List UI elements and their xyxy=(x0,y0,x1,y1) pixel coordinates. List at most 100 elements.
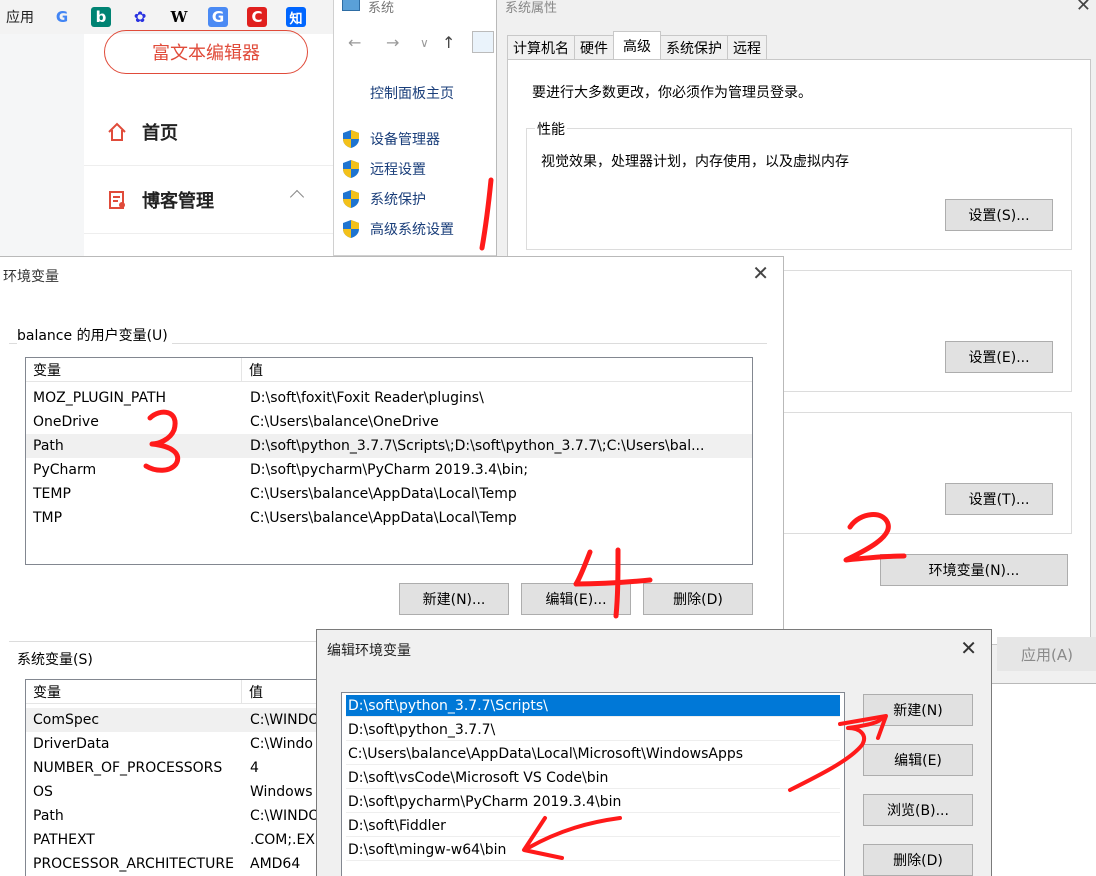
user-vars-list[interactable]: 变量 值 MOZ_PLUGIN_PATH D:\soft\foxit\Foxit… xyxy=(25,357,753,565)
var-value: .COM;.EX xyxy=(250,832,315,848)
column-header-variable[interactable]: 变量 xyxy=(26,358,242,382)
dialog-title: 环境变量 xyxy=(3,269,59,285)
system-vars-list[interactable]: 变量 值 ComSpec C:\WINDO DriverData C:\Wind… xyxy=(25,679,325,876)
back-arrow-icon[interactable]: ← xyxy=(348,33,361,52)
computer-icon xyxy=(472,31,494,53)
forward-arrow-icon[interactable]: → xyxy=(386,33,399,52)
performance-group: 性能 视觉效果，处理器计划，内存使用，以及虚拟内存 设置(S)... xyxy=(526,119,1072,250)
table-row[interactable]: MOZ_PLUGIN_PATH D:\soft\foxit\Foxit Read… xyxy=(26,386,752,410)
column-header-value[interactable]: 值 xyxy=(242,680,263,704)
var-value: C:\Users\balance\AppData\Local\Temp xyxy=(250,486,517,502)
table-row[interactable]: DriverData C:\Windo xyxy=(26,732,324,756)
table-row[interactable]: TEMP C:\Users\balance\AppData\Local\Temp xyxy=(26,482,752,506)
table-row[interactable]: PROCESSOR_ARCHITECTURE AMD64 xyxy=(26,852,324,876)
list-item[interactable]: D:\soft\vsCode\Microsoft VS Code\bin xyxy=(346,767,840,789)
wikipedia-icon[interactable]: W xyxy=(169,7,189,27)
shield-icon xyxy=(343,190,359,208)
user-edit-button[interactable]: 编辑(E)... xyxy=(521,583,631,615)
list-header: 变量 值 xyxy=(26,358,752,382)
var-value: C:\WINDO xyxy=(250,712,320,728)
baidu-icon[interactable]: ✿ xyxy=(130,7,150,27)
var-name: NUMBER_OF_PROCESSORS xyxy=(33,760,223,776)
list-item[interactable]: C:\Users\balance\AppData\Local\Microsoft… xyxy=(346,743,840,765)
column-header-value[interactable]: 值 xyxy=(242,358,263,382)
apps-label[interactable]: 应用 xyxy=(6,7,34,27)
remote-settings-link[interactable]: 远程设置 xyxy=(342,157,426,181)
edit-entry-button[interactable]: 编辑(E) xyxy=(863,744,973,776)
csdn-icon[interactable]: C xyxy=(247,7,267,27)
var-name: TEMP xyxy=(33,486,71,502)
tab-system-protection[interactable]: 系统保护 xyxy=(660,35,728,59)
list-item[interactable]: D:\soft\python_3.7.7\Scripts\ xyxy=(346,695,840,717)
google-icon[interactable]: G xyxy=(52,7,72,27)
tab-remote[interactable]: 远程 xyxy=(727,35,767,59)
system-window-icon xyxy=(342,0,360,11)
profile-settings-button[interactable]: 设置(E)... xyxy=(945,341,1053,373)
zhihu-icon[interactable]: 知 xyxy=(286,7,306,27)
control-panel-home-link[interactable]: 控制面板主页 xyxy=(370,83,454,103)
table-row[interactable]: Path D:\soft\python_3.7.7\Scripts\;D:\so… xyxy=(26,434,752,458)
var-value: C:\Users\balance\AppData\Local\Temp xyxy=(250,510,517,526)
startup-settings-button[interactable]: 设置(T)... xyxy=(945,483,1053,515)
tab-computer-name[interactable]: 计算机名 xyxy=(507,35,575,59)
admin-note: 要进行大多数更改，你必须作为管理员登录。 xyxy=(532,85,812,101)
user-delete-button[interactable]: 删除(D) xyxy=(643,583,753,615)
delete-entry-button[interactable]: 删除(D) xyxy=(863,844,973,876)
var-value: C:\Windo xyxy=(250,736,313,752)
rich-text-editor-button[interactable]: 富文本编辑器 xyxy=(104,30,308,74)
blog-left-strip xyxy=(0,34,84,274)
bookmarks-bar: 应用 G b ✿ W G C 知 xyxy=(0,0,340,34)
var-name: DriverData xyxy=(33,736,110,752)
column-header-variable[interactable]: 变量 xyxy=(26,680,242,704)
list-item[interactable]: D:\soft\Fiddler xyxy=(346,815,840,837)
home-icon xyxy=(106,121,128,143)
table-row[interactable]: NUMBER_OF_PROCESSORS 4 xyxy=(26,756,324,780)
var-value: D:\soft\python_3.7.7\Scripts\;D:\soft\py… xyxy=(250,438,705,454)
var-value: 4 xyxy=(250,760,259,776)
list-item[interactable]: D:\soft\python_3.7.7\ xyxy=(346,719,840,741)
chevron-up-icon[interactable] xyxy=(289,189,305,205)
table-row[interactable]: PyCharm D:\soft\pycharm\PyCharm 2019.3.4… xyxy=(26,458,752,482)
advanced-system-settings-link[interactable]: 高级系统设置 xyxy=(342,217,454,241)
tab-advanced[interactable]: 高级 xyxy=(613,31,661,59)
performance-settings-button[interactable]: 设置(S)... xyxy=(945,199,1053,231)
device-manager-link[interactable]: 设备管理器 xyxy=(342,127,440,151)
bing-icon[interactable]: b xyxy=(91,7,111,27)
translate-icon[interactable]: G xyxy=(208,7,228,27)
table-row[interactable]: OS Windows xyxy=(26,780,324,804)
var-name: ComSpec xyxy=(33,712,100,728)
table-row[interactable]: Path C:\WINDO xyxy=(26,804,324,828)
window-title: 系统 xyxy=(368,1,395,16)
var-name: PyCharm xyxy=(33,462,97,478)
close-icon[interactable]: ✕ xyxy=(960,636,977,660)
path-entries-list[interactable]: D:\soft\python_3.7.7\Scripts\ D:\soft\py… xyxy=(341,692,845,876)
var-name: MOZ_PLUGIN_PATH xyxy=(33,390,167,406)
edit-environment-variable-dialog: 编辑环境变量 ✕ D:\soft\python_3.7.7\Scripts\ D… xyxy=(316,629,992,876)
link-label: 远程设置 xyxy=(370,162,426,178)
browse-button[interactable]: 浏览(B)... xyxy=(863,794,973,826)
list-item[interactable]: D:\soft\mingw-w64\bin xyxy=(346,839,840,861)
system-protection-link[interactable]: 系统保护 xyxy=(342,187,426,211)
nav-item-home[interactable]: 首页 xyxy=(84,98,340,166)
var-value: D:\soft\pycharm\PyCharm 2019.3.4\bin; xyxy=(250,462,529,478)
table-row[interactable]: TMP C:\Users\balance\AppData\Local\Temp xyxy=(26,506,752,530)
shield-icon xyxy=(343,220,359,238)
tab-bar: 计算机名 硬件 高级 系统保护 远程 xyxy=(507,31,767,59)
nav-item-blog-manage[interactable]: 博客管理 xyxy=(84,166,340,234)
chevron-down-icon[interactable]: ∨ xyxy=(420,36,429,50)
table-row[interactable]: PATHEXT .COM;.EX xyxy=(26,828,324,852)
var-name: Path xyxy=(33,438,64,454)
var-value: D:\soft\foxit\Foxit Reader\plugins\ xyxy=(250,390,484,406)
new-entry-button[interactable]: 新建(N) xyxy=(863,694,973,726)
table-row[interactable]: OneDrive C:\Users\balance\OneDrive xyxy=(26,410,752,434)
tab-hardware[interactable]: 硬件 xyxy=(574,35,614,59)
user-new-button[interactable]: 新建(N)... xyxy=(399,583,509,615)
up-arrow-icon[interactable]: ↑ xyxy=(442,33,455,52)
shield-icon xyxy=(343,130,359,148)
close-icon[interactable]: ✕ xyxy=(752,261,769,285)
list-item[interactable]: D:\soft\pycharm\PyCharm 2019.3.4\bin xyxy=(346,791,840,813)
close-icon[interactable]: ✕ xyxy=(1076,0,1091,16)
apply-button[interactable]: 应用(A) xyxy=(997,637,1096,671)
table-row[interactable]: ComSpec C:\WINDO xyxy=(26,708,324,732)
environment-variables-button[interactable]: 环境变量(N)... xyxy=(880,554,1068,586)
